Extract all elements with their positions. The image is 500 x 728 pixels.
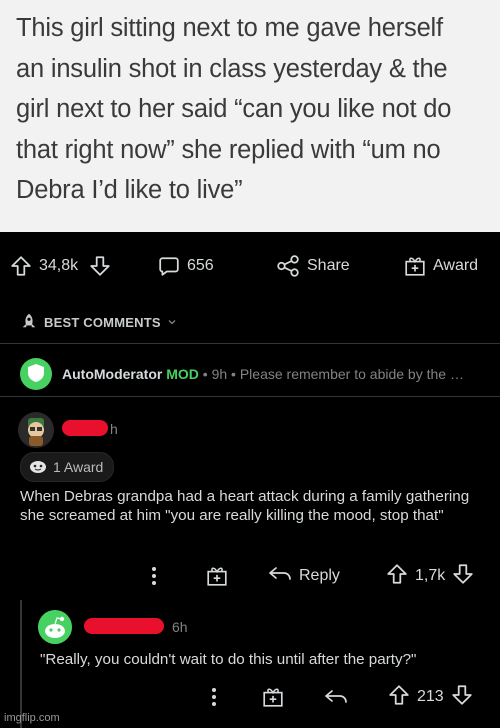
- mod-badge: MOD: [166, 366, 199, 382]
- automod-username[interactable]: AutoModerator: [62, 366, 162, 382]
- watermark: imgflip.com: [4, 712, 60, 724]
- award-label: Award: [433, 257, 479, 274]
- give-award-icon[interactable]: [262, 685, 284, 709]
- upvote-icon[interactable]: [388, 684, 410, 711]
- award-icon: [29, 458, 47, 477]
- avatar[interactable]: [18, 412, 54, 448]
- avatar[interactable]: [38, 610, 72, 644]
- reply-label: Reply: [299, 567, 340, 584]
- upvote-icon[interactable]: [386, 563, 408, 590]
- more-options-icon[interactable]: [210, 685, 218, 709]
- post-vote-group: 34,8k: [10, 252, 111, 280]
- downvote-icon[interactable]: [452, 563, 474, 590]
- tweet-image: This girl sitting next to me gave hersel…: [0, 0, 500, 232]
- more-options-icon[interactable]: [150, 564, 158, 588]
- rocket-icon: [20, 312, 38, 333]
- post-vote-count: 34,8k: [39, 257, 79, 274]
- reply-button[interactable]: Reply: [268, 564, 340, 588]
- comment-count: 656: [187, 257, 214, 274]
- avatar: [20, 358, 52, 390]
- automod-snippet: Please remember to abide by the …: [239, 366, 464, 382]
- comment-body: "Really, you couldn't wait to do this un…: [40, 651, 417, 668]
- comment-vote-count: 213: [417, 688, 444, 705]
- share-button[interactable]: Share: [276, 252, 350, 280]
- automod-comment-collapsed[interactable]: AutoModerator MOD • 9h • Please remember…: [20, 356, 464, 392]
- share-label: Share: [307, 257, 350, 274]
- downvote-icon[interactable]: [89, 255, 111, 277]
- chevron-down-icon: [167, 315, 177, 330]
- tweet-line: an insulin shot in class yesterday & the: [16, 54, 448, 83]
- redacted-username: [62, 420, 108, 436]
- comment-bubble-icon: [158, 255, 180, 277]
- reply-arrow-icon[interactable]: [324, 685, 348, 709]
- tweet-text: This girl sitting next to me gave hersel…: [16, 8, 492, 211]
- tweet-line: Debra I’d like to live”: [16, 176, 243, 204]
- comment-body: When Debras grandpa had a heart attack d…: [20, 488, 470, 524]
- tweet-line: girl next to her said “can you like not …: [16, 95, 452, 123]
- snoo-avatar-icon: [38, 610, 72, 644]
- divider: [0, 343, 500, 344]
- comment-vote-group: 213: [388, 684, 473, 711]
- snoo-avatar-icon: [18, 412, 54, 448]
- comment-vote-count: 1,7k: [415, 567, 446, 584]
- award-badge[interactable]: 1 Award: [20, 452, 115, 482]
- comment-age: h: [110, 421, 118, 437]
- comment-action-bar: Reply 1,7k: [0, 560, 500, 592]
- comment-action-bar: 213: [0, 681, 500, 713]
- divider: [0, 396, 500, 397]
- shield-icon: [27, 363, 45, 386]
- comments-button[interactable]: 656: [158, 252, 214, 280]
- reply-arrow-icon: [268, 565, 292, 588]
- redacted-username: [84, 618, 164, 634]
- award-button[interactable]: Award: [404, 252, 478, 280]
- sort-label: BEST COMMENTS: [44, 315, 161, 330]
- award-count-text: 1 Award: [53, 459, 104, 475]
- give-award-icon[interactable]: [206, 564, 228, 588]
- comment-vote-group: 1,7k: [386, 563, 474, 590]
- upvote-icon[interactable]: [10, 255, 32, 277]
- tweet-line: that right now” she replied with “um no: [16, 135, 441, 164]
- meta-separator: •: [231, 366, 236, 382]
- downvote-icon[interactable]: [451, 684, 473, 711]
- meta-separator: •: [202, 366, 208, 382]
- comment-sort-selector[interactable]: BEST COMMENTS: [20, 312, 177, 333]
- automod-age: 9h: [211, 366, 228, 382]
- comment-age: 6h: [172, 619, 188, 635]
- share-icon: [276, 255, 300, 277]
- tweet-line: This girl sitting next to me gave hersel…: [16, 14, 443, 42]
- gift-icon: [404, 255, 426, 277]
- post-action-bar: 34,8k 656 Share Award: [0, 244, 500, 288]
